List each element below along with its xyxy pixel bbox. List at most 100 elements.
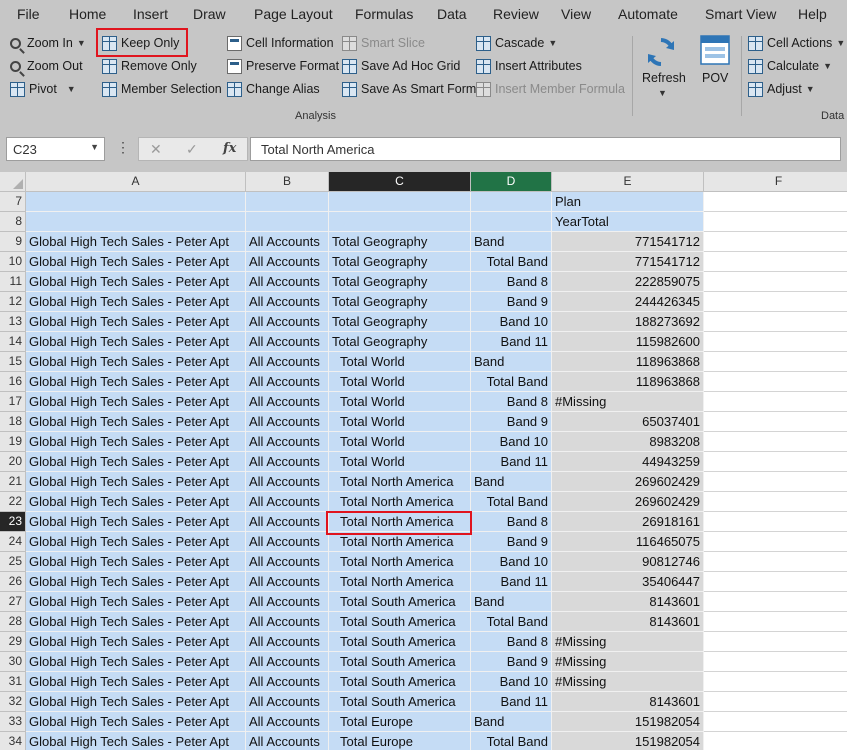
cell-f29[interactable] — [704, 632, 847, 652]
cell-b29[interactable]: All Accounts — [246, 632, 329, 652]
cell-c19[interactable]: Total World — [329, 432, 471, 452]
keep-only-button[interactable]: Keep Only — [102, 33, 179, 53]
cell-d31[interactable]: Band 10 — [471, 672, 552, 692]
cell-d9[interactable]: Band — [471, 232, 552, 252]
cell-a30[interactable]: Global High Tech Sales - Peter Apt — [26, 652, 246, 672]
insert-attributes-button[interactable]: Insert Attributes — [476, 56, 582, 76]
cell-f11[interactable] — [704, 272, 847, 292]
cell-d14[interactable]: Band 11 — [471, 332, 552, 352]
cell-a32[interactable]: Global High Tech Sales - Peter Apt — [26, 692, 246, 712]
cell-a21[interactable]: Global High Tech Sales - Peter Apt — [26, 472, 246, 492]
cell-f24[interactable] — [704, 532, 847, 552]
save-ad-hoc-grid-button[interactable]: Save Ad Hoc Grid — [342, 56, 460, 76]
cell-f16[interactable] — [704, 372, 847, 392]
cell-a13[interactable]: Global High Tech Sales - Peter Apt — [26, 312, 246, 332]
row-header[interactable]: 22 — [0, 492, 26, 512]
cell-f26[interactable] — [704, 572, 847, 592]
cell-c32[interactable]: Total South America — [329, 692, 471, 712]
cell-c28[interactable]: Total South America — [329, 612, 471, 632]
cell-f32[interactable] — [704, 692, 847, 712]
row-header[interactable]: 24 — [0, 532, 26, 552]
row-header[interactable]: 12 — [0, 292, 26, 312]
enter-icon[interactable]: ✓ — [186, 141, 198, 158]
name-box[interactable]: C23 ▼ — [6, 137, 105, 161]
cell-a27[interactable]: Global High Tech Sales - Peter Apt — [26, 592, 246, 612]
cell-f8[interactable] — [704, 212, 847, 232]
row-header[interactable]: 30 — [0, 652, 26, 672]
spreadsheet-grid[interactable]: A B C D E F 7 Plan 8 YearTotal 9 Global High … — [0, 172, 847, 750]
cell-a26[interactable]: Global High Tech Sales - Peter Apt — [26, 572, 246, 592]
menu-draw[interactable]: Draw — [193, 6, 226, 22]
column-header-c[interactable]: C — [329, 172, 471, 192]
cell-a34[interactable]: Global High Tech Sales - Peter Apt — [26, 732, 246, 750]
cell-f9[interactable] — [704, 232, 847, 252]
cell-c12[interactable]: Total Geography — [329, 292, 471, 312]
cell-f13[interactable] — [704, 312, 847, 332]
cell-d27[interactable]: Band — [471, 592, 552, 612]
cell-c33[interactable]: Total Europe — [329, 712, 471, 732]
cell-a23[interactable]: Global High Tech Sales - Peter Apt — [26, 512, 246, 532]
cell-f15[interactable] — [704, 352, 847, 372]
cell-c15[interactable]: Total World — [329, 352, 471, 372]
cell-d8[interactable] — [471, 212, 552, 232]
cell-c23[interactable]: Total North America — [329, 512, 471, 532]
cell-f17[interactable] — [704, 392, 847, 412]
cell-c34[interactable]: Total Europe — [329, 732, 471, 750]
cell-d26[interactable]: Band 11 — [471, 572, 552, 592]
cell-c24[interactable]: Total North America — [329, 532, 471, 552]
cell-f10[interactable] — [704, 252, 847, 272]
cell-a7[interactable] — [26, 192, 246, 212]
cell-d30[interactable]: Band 9 — [471, 652, 552, 672]
cell-a10[interactable]: Global High Tech Sales - Peter Apt — [26, 252, 246, 272]
row-header[interactable]: 21 — [0, 472, 26, 492]
cell-b16[interactable]: All Accounts — [246, 372, 329, 392]
cell-d32[interactable]: Band 11 — [471, 692, 552, 712]
cell-c9[interactable]: Total Geography — [329, 232, 471, 252]
cell-e9[interactable]: 771541712 — [552, 232, 704, 252]
cell-c8[interactable] — [329, 212, 471, 232]
cell-c16[interactable]: Total World — [329, 372, 471, 392]
cell-a25[interactable]: Global High Tech Sales - Peter Apt — [26, 552, 246, 572]
menu-review[interactable]: Review — [493, 6, 539, 22]
preserve-format-button[interactable]: Preserve Format — [227, 56, 339, 76]
menu-home[interactable]: Home — [69, 6, 106, 22]
cell-a17[interactable]: Global High Tech Sales - Peter Apt — [26, 392, 246, 412]
cell-b19[interactable]: All Accounts — [246, 432, 329, 452]
zoom-out-button[interactable]: Zoom Out — [10, 56, 83, 76]
save-as-smart-form-button[interactable]: Save As Smart Form — [342, 79, 476, 99]
cell-a8[interactable] — [26, 212, 246, 232]
pivot-button[interactable]: Pivot ▼ — [10, 79, 76, 99]
cell-e28[interactable]: 8143601 — [552, 612, 704, 632]
menu-insert[interactable]: Insert — [133, 6, 168, 22]
row-header[interactable]: 10 — [0, 252, 26, 272]
cell-f31[interactable] — [704, 672, 847, 692]
cell-b22[interactable]: All Accounts — [246, 492, 329, 512]
cell-c21[interactable]: Total North America — [329, 472, 471, 492]
insert-function-icon[interactable]: fx — [223, 141, 236, 156]
cell-f14[interactable] — [704, 332, 847, 352]
cell-b7[interactable] — [246, 192, 329, 212]
cell-c18[interactable]: Total World — [329, 412, 471, 432]
row-header[interactable]: 34 — [0, 732, 26, 750]
insert-member-formula-button[interactable]: Insert Member Formula — [476, 79, 625, 99]
cell-f25[interactable] — [704, 552, 847, 572]
cell-d7[interactable] — [471, 192, 552, 212]
cell-b15[interactable]: All Accounts — [246, 352, 329, 372]
cell-e13[interactable]: 188273692 — [552, 312, 704, 332]
row-header[interactable]: 18 — [0, 412, 26, 432]
row-header[interactable]: 19 — [0, 432, 26, 452]
cell-a15[interactable]: Global High Tech Sales - Peter Apt — [26, 352, 246, 372]
cell-f34[interactable] — [704, 732, 847, 750]
column-header-f[interactable]: F — [704, 172, 847, 192]
cell-d21[interactable]: Band — [471, 472, 552, 492]
cell-a18[interactable]: Global High Tech Sales - Peter Apt — [26, 412, 246, 432]
cell-a16[interactable]: Global High Tech Sales - Peter Apt — [26, 372, 246, 392]
cell-e17[interactable]: #Missing — [552, 392, 704, 412]
cell-c17[interactable]: Total World — [329, 392, 471, 412]
menu-automate[interactable]: Automate — [618, 6, 678, 22]
cell-f23[interactable] — [704, 512, 847, 532]
cell-a24[interactable]: Global High Tech Sales - Peter Apt — [26, 532, 246, 552]
cell-d34[interactable]: Total Band — [471, 732, 552, 750]
cell-c20[interactable]: Total World — [329, 452, 471, 472]
cell-f18[interactable] — [704, 412, 847, 432]
